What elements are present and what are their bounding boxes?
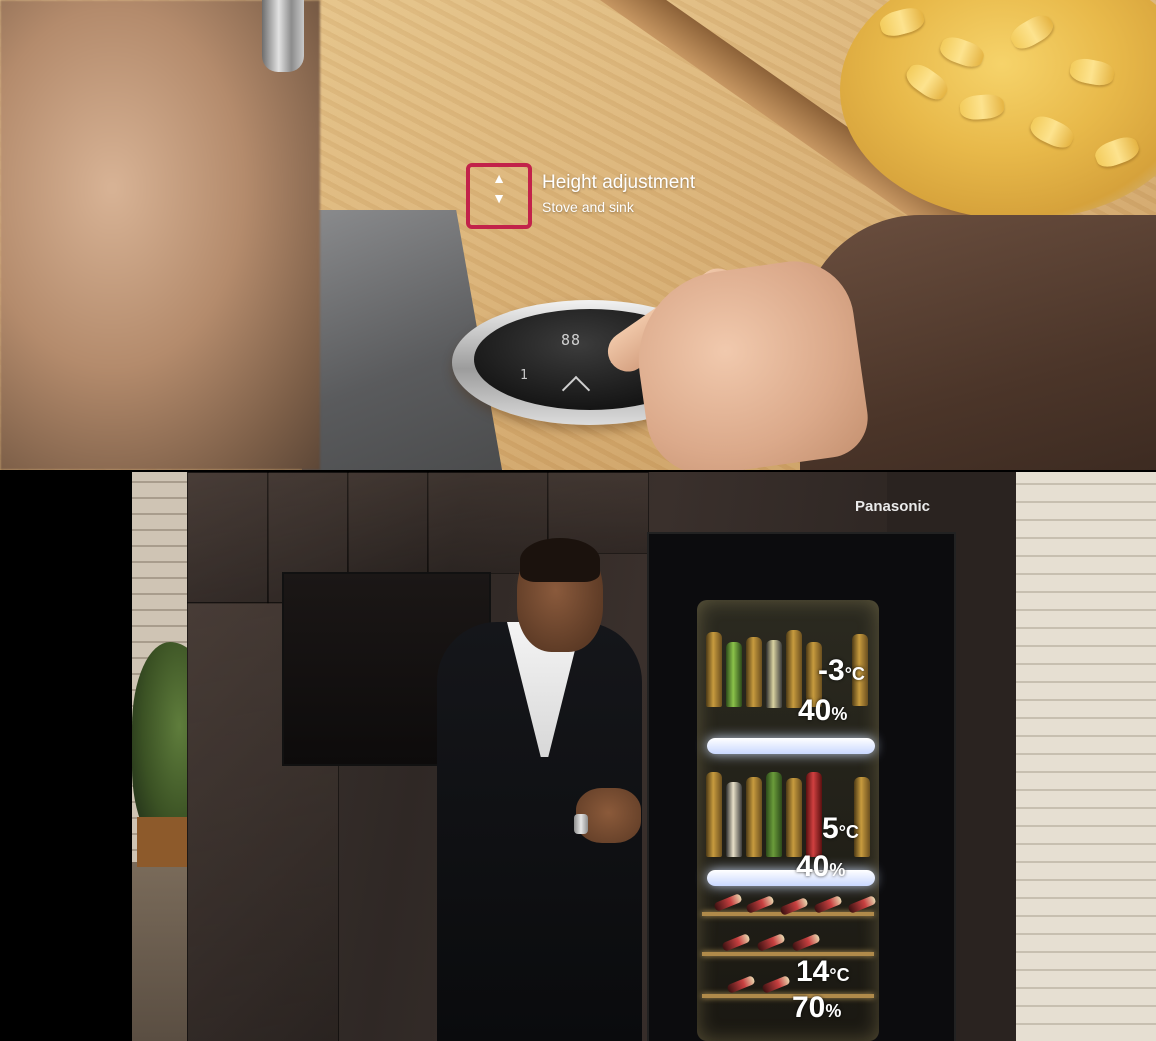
- man-hair: [520, 538, 600, 582]
- zone-1-humidity: 40%: [798, 694, 848, 727]
- overlay-title: Height adjustment: [542, 172, 696, 193]
- shelf-light: [707, 738, 875, 754]
- zone-1-temperature: -3°C: [818, 654, 865, 687]
- faucet: [262, 0, 304, 72]
- showroom: Panasonic -3°C 40% 5°C 40% 14°C 70%: [132, 472, 1156, 1041]
- brand-logo: Panasonic: [855, 498, 931, 515]
- bottle: [706, 632, 722, 707]
- zone-3-humidity: 70%: [792, 991, 842, 1024]
- bottle: [766, 640, 782, 708]
- kitchen-counter-scene: 88 1 3 ▲▼ Height adjustment Stove and si…: [0, 0, 1156, 470]
- bottle: [726, 782, 742, 857]
- zone-2-temperature: 5°C: [822, 812, 859, 845]
- up-down-arrows-icon: ▲ ▼: [492, 170, 506, 206]
- brick-wall-right: [1016, 472, 1156, 1041]
- control-display: 88: [561, 331, 582, 349]
- bottle: [786, 778, 802, 857]
- bottle: [726, 642, 742, 707]
- zone-3-temperature: 14°C: [796, 955, 850, 988]
- cabinet-panel: [187, 472, 269, 604]
- wine-rack: [702, 994, 874, 998]
- showroom-scene: Panasonic -3°C 40% 5°C 40% 14°C 70%: [0, 472, 1156, 1041]
- zone-2-humidity: 40%: [796, 850, 846, 883]
- bottle: [766, 772, 782, 857]
- bottle: [806, 772, 822, 857]
- bottle: [746, 777, 762, 857]
- bottle: [746, 637, 762, 707]
- overlay-subtitle: Stove and sink: [542, 199, 634, 215]
- cabinet-panel: [347, 472, 429, 574]
- control-label-1[interactable]: 1: [520, 368, 528, 383]
- wristwatch: [574, 814, 588, 834]
- shelf-light: [707, 870, 875, 886]
- bottle: [706, 772, 722, 857]
